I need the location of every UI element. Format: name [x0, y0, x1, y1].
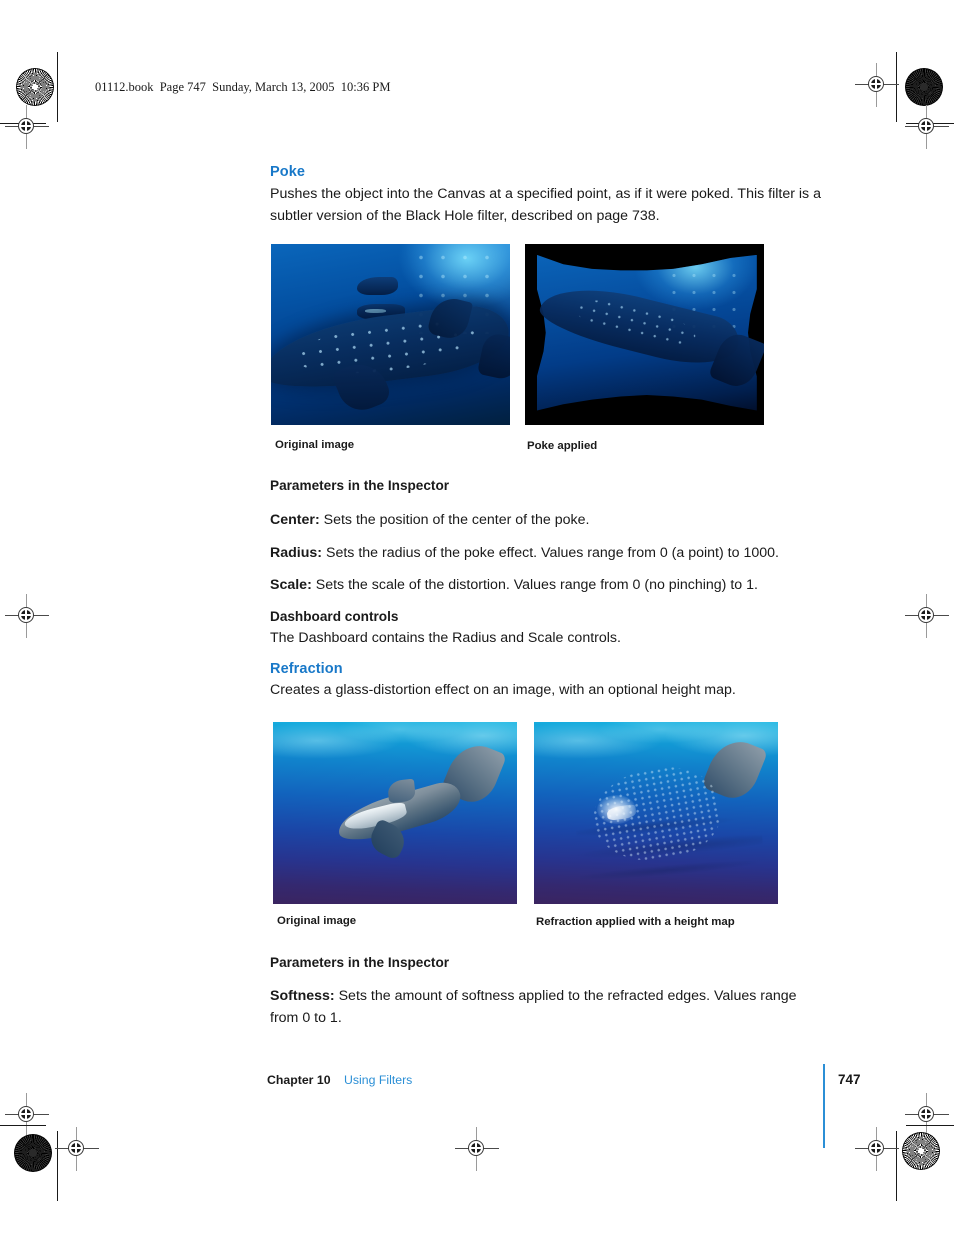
- footer-chapter-label: Chapter 10: [267, 1073, 331, 1087]
- parameter-description: Sets the position of the center of the p…: [323, 512, 590, 528]
- parameter-name: Radius:: [270, 545, 323, 561]
- registration-crosshair-mid-left: [5, 594, 49, 638]
- figure-poke-applied: [525, 244, 764, 425]
- dashboard-controls-heading: Dashboard controls: [270, 609, 399, 624]
- parameter-radius: Radius: Sets the radius of the poke effe…: [270, 543, 826, 565]
- figure-caption-refraction-applied: Refraction applied with a height map: [536, 916, 735, 928]
- figure-caption-poke-applied: Poke applied: [527, 440, 598, 452]
- footer-page-number: 747: [838, 1072, 861, 1087]
- trim-rule-bottom-right-horizontal: [906, 1125, 954, 1126]
- parameter-description: Sets the scale of the distortion. Values…: [315, 577, 758, 593]
- registration-crosshair-lower-left: [5, 1093, 49, 1137]
- parameter-description: Sets the radius of the poke effect. Valu…: [325, 545, 779, 561]
- parameter-name: Center:: [270, 512, 320, 528]
- figure-caption-poke-original: Original image: [275, 439, 355, 451]
- registration-crosshair-upper-left: [5, 105, 49, 149]
- registration-crosshair-bottom-center: [455, 1127, 499, 1171]
- print-slug-line: 01112.book Page 747 Sunday, March 13, 20…: [95, 80, 391, 94]
- print-rosette-bottom-left: [14, 1134, 52, 1172]
- footer-divider-rule: [823, 1064, 825, 1148]
- parameter-name: Softness:: [270, 988, 335, 1004]
- registration-crosshair-lower-right: [905, 1093, 949, 1137]
- parameter-name: Scale:: [270, 577, 312, 593]
- document-page: 01112.book Page 747 Sunday, March 13, 20…: [0, 0, 954, 1235]
- section-intro-poke: Pushes the object into the Canvas at a s…: [270, 186, 821, 224]
- registration-crosshair-mid-right: [905, 594, 949, 638]
- registration-crosshair-upper-right: [905, 105, 949, 149]
- registration-crosshair-bottom-right: [855, 1127, 899, 1171]
- parameter-center: Center: Sets the position of the center …: [270, 510, 826, 532]
- registration-crosshair-top-right: [855, 63, 899, 107]
- print-rosette-bottom-right: [902, 1132, 940, 1170]
- small-fish-1: [357, 276, 398, 295]
- section-heading-refraction: Refraction: [270, 661, 343, 677]
- figure-refraction-original: [273, 722, 517, 904]
- registration-crosshair-top-left: [55, 63, 99, 107]
- section-intro-refraction: Creates a glass-distortion effect on an …: [270, 682, 736, 698]
- parameter-scale: Scale: Sets the scale of the distortion.…: [270, 575, 826, 597]
- dashboard-controls-text: The Dashboard contains the Radius and Sc…: [270, 630, 621, 646]
- registration-crosshair-bottom-left: [55, 1127, 99, 1171]
- figure-refraction-applied: [534, 722, 778, 904]
- section-heading-poke: Poke: [270, 164, 306, 180]
- parameters-heading-poke: Parameters in the Inspector: [270, 478, 450, 493]
- parameters-heading-refraction: Parameters in the Inspector: [270, 955, 450, 970]
- figure-caption-refraction-original: Original image: [277, 915, 357, 927]
- print-rosette-top-right: [905, 68, 943, 106]
- print-rosette-top-left: [16, 68, 54, 106]
- parameter-description: Sets the amount of softness applied to t…: [270, 988, 797, 1026]
- footer-section-title: Using Filters: [344, 1073, 413, 1087]
- trim-rule-bottom-left-horizontal: [0, 1125, 46, 1126]
- parameter-softness: Softness: Sets the amount of softness ap…: [270, 986, 802, 1029]
- figure-poke-original: [271, 244, 510, 425]
